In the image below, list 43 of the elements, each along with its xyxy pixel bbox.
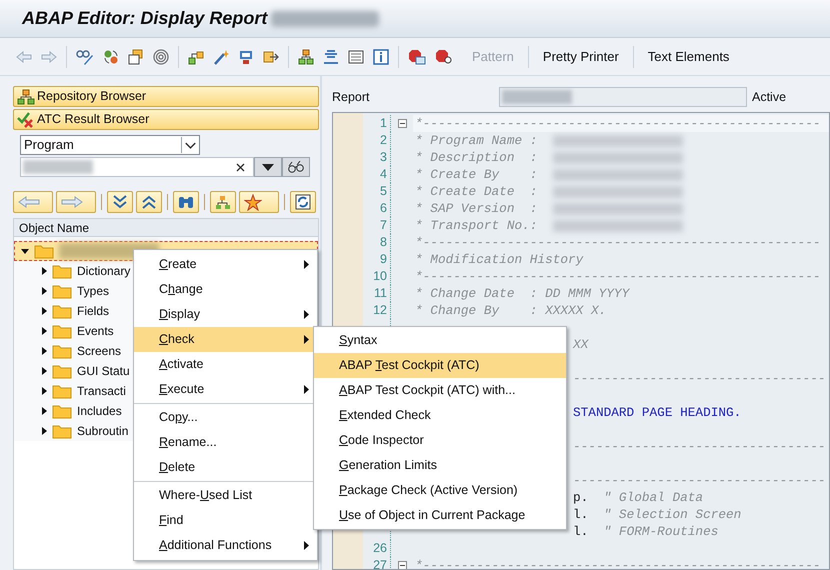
line-number: 1 [380, 116, 387, 130]
report-label: Report [332, 88, 371, 106]
code-text: * Create By : [415, 166, 538, 184]
code-text: *---------------------------------------------------- [415, 234, 821, 252]
column-header: Object Name [14, 219, 318, 237]
status-text: Active [752, 88, 786, 106]
line-number: 10 [373, 269, 387, 283]
line-number: 2 [380, 133, 387, 147]
line-number: 27 [373, 558, 387, 569]
code-text: * Transport No.: [415, 216, 538, 235]
code-text: STANDARD PAGE HEADING. [573, 404, 742, 422]
line-number: 3 [380, 150, 387, 164]
line-number: 12 [373, 303, 387, 317]
code-text: *---------------------------------------------------- [415, 114, 821, 133]
line-number: 26 [373, 541, 387, 555]
code-text: " FORM-Routines [602, 522, 718, 541]
code-text: * Program Name : [415, 132, 538, 150]
code-text: p. [573, 488, 588, 507]
code-text: * SAP Version : [415, 200, 538, 218]
code-text: --------------------------------- [573, 370, 826, 388]
window-title: ABAP Editor: Display Report [22, 7, 268, 30]
line-number: 6 [380, 201, 387, 215]
code-text: * Modification History [415, 250, 584, 269]
code-text: l. [573, 522, 588, 541]
line-number: 7 [380, 218, 387, 232]
code-text: --------------------------------- [573, 438, 826, 456]
code-text: * Change Date : DD MMM YYYY [415, 284, 630, 303]
line-number: 9 [380, 252, 387, 266]
code-text: * Description : [415, 148, 538, 167]
line-number: 5 [380, 184, 387, 198]
code-text: *---------------------------------------------------- [415, 268, 821, 286]
code-text: l. [573, 506, 588, 524]
code-text: --------------------------------- [573, 472, 826, 490]
line-number: 8 [380, 235, 387, 249]
code-text: *---------------------------------------------------- [415, 556, 821, 569]
code-text: " Selection Screen [602, 506, 742, 524]
code-text: * Create Date : [415, 182, 538, 201]
code-text: XX [573, 336, 588, 354]
line-number: 11 [374, 286, 387, 300]
dropdown-value: Program [23, 136, 75, 154]
line-number: 4 [380, 167, 387, 181]
code-text: * Change By : XXXXX X. [415, 302, 606, 320]
code-text: " Global Data [602, 488, 704, 507]
